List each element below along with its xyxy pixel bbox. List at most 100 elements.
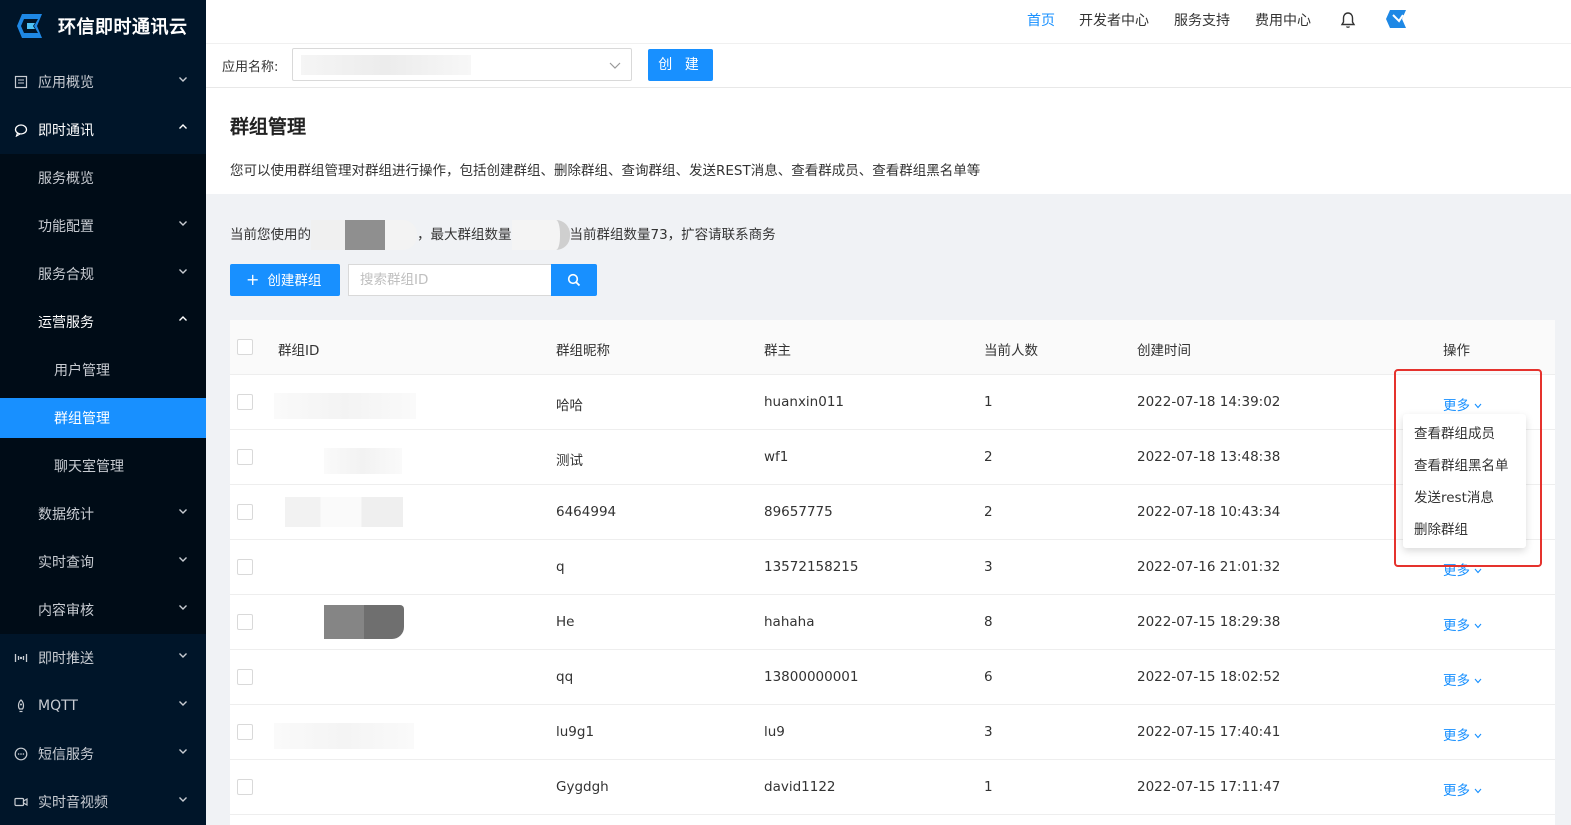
menu-item-delete-group[interactable]: 删除群组	[1403, 514, 1526, 546]
redacted-max-count	[511, 220, 570, 250]
sidebar-item-label: MQTT	[38, 698, 78, 714]
sidebar-item-label: 服务概览	[38, 171, 94, 187]
sidebar-item-compliance[interactable]: 服务合规	[0, 254, 206, 294]
sidebar-item-feature-config[interactable]: 功能配置	[0, 206, 206, 246]
redacted-group-id	[274, 723, 414, 749]
table-row: q 13572158215 3 2022-07-16 21:01:32 更多	[230, 540, 1555, 595]
row-checkbox[interactable]	[237, 394, 253, 410]
sidebar-item-label: 短信服务	[38, 747, 94, 763]
bell-icon[interactable]	[1340, 11, 1356, 29]
sidebar-item-user-mgmt[interactable]: 用户管理	[0, 350, 206, 390]
redacted-app-name	[301, 55, 471, 75]
sidebar-item-realtime-query[interactable]: 实时查询	[0, 542, 206, 582]
create-app-button[interactable]: 创 建	[648, 49, 713, 81]
more-actions-link[interactable]: 更多	[1443, 669, 1482, 689]
created-time-cell: 2022-07-18 10:43:34	[1137, 504, 1281, 520]
row-checkbox[interactable]	[237, 669, 253, 685]
more-actions-link[interactable]: 更多	[1443, 724, 1482, 744]
menu-item-send-rest-message[interactable]: 发送rest消息	[1403, 482, 1526, 514]
more-actions-link[interactable]: 更多	[1443, 559, 1482, 579]
app-name-select[interactable]	[292, 48, 632, 81]
group-name-cell: q	[556, 559, 565, 575]
topnav-home[interactable]: 首页	[1027, 10, 1055, 30]
more-actions-link[interactable]: 更多	[1443, 614, 1482, 634]
avatar[interactable]	[1384, 9, 1408, 29]
sidebar-item-service-overview[interactable]: 服务概览	[0, 158, 206, 198]
sidebar-item-rtc[interactable]: 实时音视频	[0, 782, 206, 822]
more-label: 更多	[1443, 783, 1470, 799]
chevron-up-icon	[179, 124, 187, 129]
brand-logo[interactable]: 环信即时通讯云	[0, 0, 206, 52]
topnav-developer-center[interactable]: 开发者中心	[1079, 10, 1149, 30]
column-header-count: 当前人数	[984, 343, 1038, 359]
chevron-down-icon	[1474, 568, 1482, 574]
sidebar-item-label: 服务合规	[38, 267, 94, 283]
row-checkbox[interactable]	[237, 779, 253, 795]
sidebar-item-content-review[interactable]: 内容审核	[0, 590, 206, 630]
row-checkbox[interactable]	[237, 614, 253, 630]
quota-suffix: 当前群组数量73，扩容请联系商务	[569, 227, 776, 243]
sidebar-item-label: 聊天室管理	[54, 459, 124, 475]
menu-item-view-blacklist[interactable]: 查看群组黑名单	[1403, 450, 1526, 482]
menu-item-view-members[interactable]: 查看群组成员	[1403, 418, 1526, 450]
sidebar-item-overview[interactable]: 应用概览	[0, 62, 206, 102]
rocket-icon	[17, 699, 25, 713]
member-count-cell: 3	[984, 724, 993, 740]
chevron-down-icon	[1474, 733, 1482, 739]
chevron-down-icon	[179, 77, 187, 82]
row-checkbox[interactable]	[237, 504, 253, 520]
group-table: 群组ID 群组昵称 群主 当前人数 创建时间 操作 哈哈 huanxin011 …	[230, 320, 1555, 825]
chevron-down-icon	[179, 221, 187, 226]
search-button[interactable]	[551, 264, 597, 296]
sidebar-item-group-mgmt[interactable]: 群组管理	[0, 398, 206, 438]
search-group-id-input[interactable]	[348, 264, 552, 296]
member-count-cell: 2	[984, 449, 993, 465]
chevron-down-icon	[179, 269, 187, 274]
sidebar-item-im[interactable]: 即时通讯	[0, 110, 206, 150]
topnav-billing[interactable]: 费用中心	[1255, 10, 1311, 30]
chevron-down-icon	[1474, 678, 1482, 684]
sidebar-item-chatroom-mgmt[interactable]: 聊天室管理	[0, 446, 206, 486]
member-count-cell: 8	[984, 614, 993, 630]
row-checkbox[interactable]	[237, 724, 253, 740]
sidebar-item-mqtt[interactable]: MQTT	[0, 686, 206, 726]
topnav-support[interactable]: 服务支持	[1174, 10, 1230, 30]
created-time-cell: 2022-07-18 14:39:02	[1137, 394, 1281, 410]
create-group-label: 创建群组	[267, 273, 322, 289]
member-count-cell: 1	[984, 394, 993, 410]
row-checkbox[interactable]	[237, 449, 253, 465]
group-owner-cell: 13800000001	[764, 669, 859, 685]
redacted-group-id	[274, 393, 416, 419]
video-camera-icon	[14, 797, 28, 807]
column-header-created: 创建时间	[1137, 343, 1191, 359]
created-time-cell: 2022-07-15 17:40:41	[1137, 724, 1281, 740]
redacted-plan	[385, 220, 417, 250]
sidebar-item-sms[interactable]: 短信服务	[0, 734, 206, 774]
page-header: 群组管理 您可以使用群组管理对群组进行操作，包括创建群组、删除群组、查询群组、发…	[206, 88, 1571, 194]
sidebar-item-operations[interactable]: 运营服务	[0, 302, 206, 342]
group-name-cell: qq	[556, 669, 574, 685]
sidebar-item-label: 实时查询	[38, 555, 94, 571]
table-row: 哈哈 huanxin011 1 2022-07-18 14:39:02 更多	[230, 375, 1555, 430]
group-owner-cell: hahaha	[764, 614, 815, 630]
table-row: He hahaha 8 2022-07-15 18:29:38 更多	[230, 595, 1555, 650]
group-owner-cell: david1122	[764, 779, 836, 795]
sidebar-item-push[interactable]: 即时推送	[0, 638, 206, 678]
chat-icon	[14, 124, 28, 137]
select-all-checkbox[interactable]	[237, 339, 253, 355]
more-actions-link[interactable]: 更多	[1443, 394, 1482, 414]
column-header-owner: 群主	[764, 343, 791, 359]
group-name-cell: He	[556, 614, 575, 630]
create-group-button[interactable]: + 创建群组	[230, 264, 340, 296]
group-owner-cell: 89657775	[764, 504, 833, 520]
sidebar-item-data-stats[interactable]: 数据统计	[0, 494, 206, 534]
group-name-cell: 哈哈	[556, 398, 583, 414]
sidebar-item-label: 即时推送	[38, 651, 94, 667]
row-checkbox[interactable]	[237, 559, 253, 575]
sidebar-item-label: 实时音视频	[38, 795, 108, 811]
more-actions-link[interactable]: 更多	[1443, 779, 1482, 799]
chevron-down-icon	[1474, 788, 1482, 794]
quota-middle: ，最大群组数量	[417, 227, 512, 243]
column-header-action: 操作	[1443, 343, 1470, 359]
sidebar: 环信即时通讯云 应用概览 即时通讯 服务概览 功能配置 服务合规 运营服务 用户…	[0, 0, 206, 825]
